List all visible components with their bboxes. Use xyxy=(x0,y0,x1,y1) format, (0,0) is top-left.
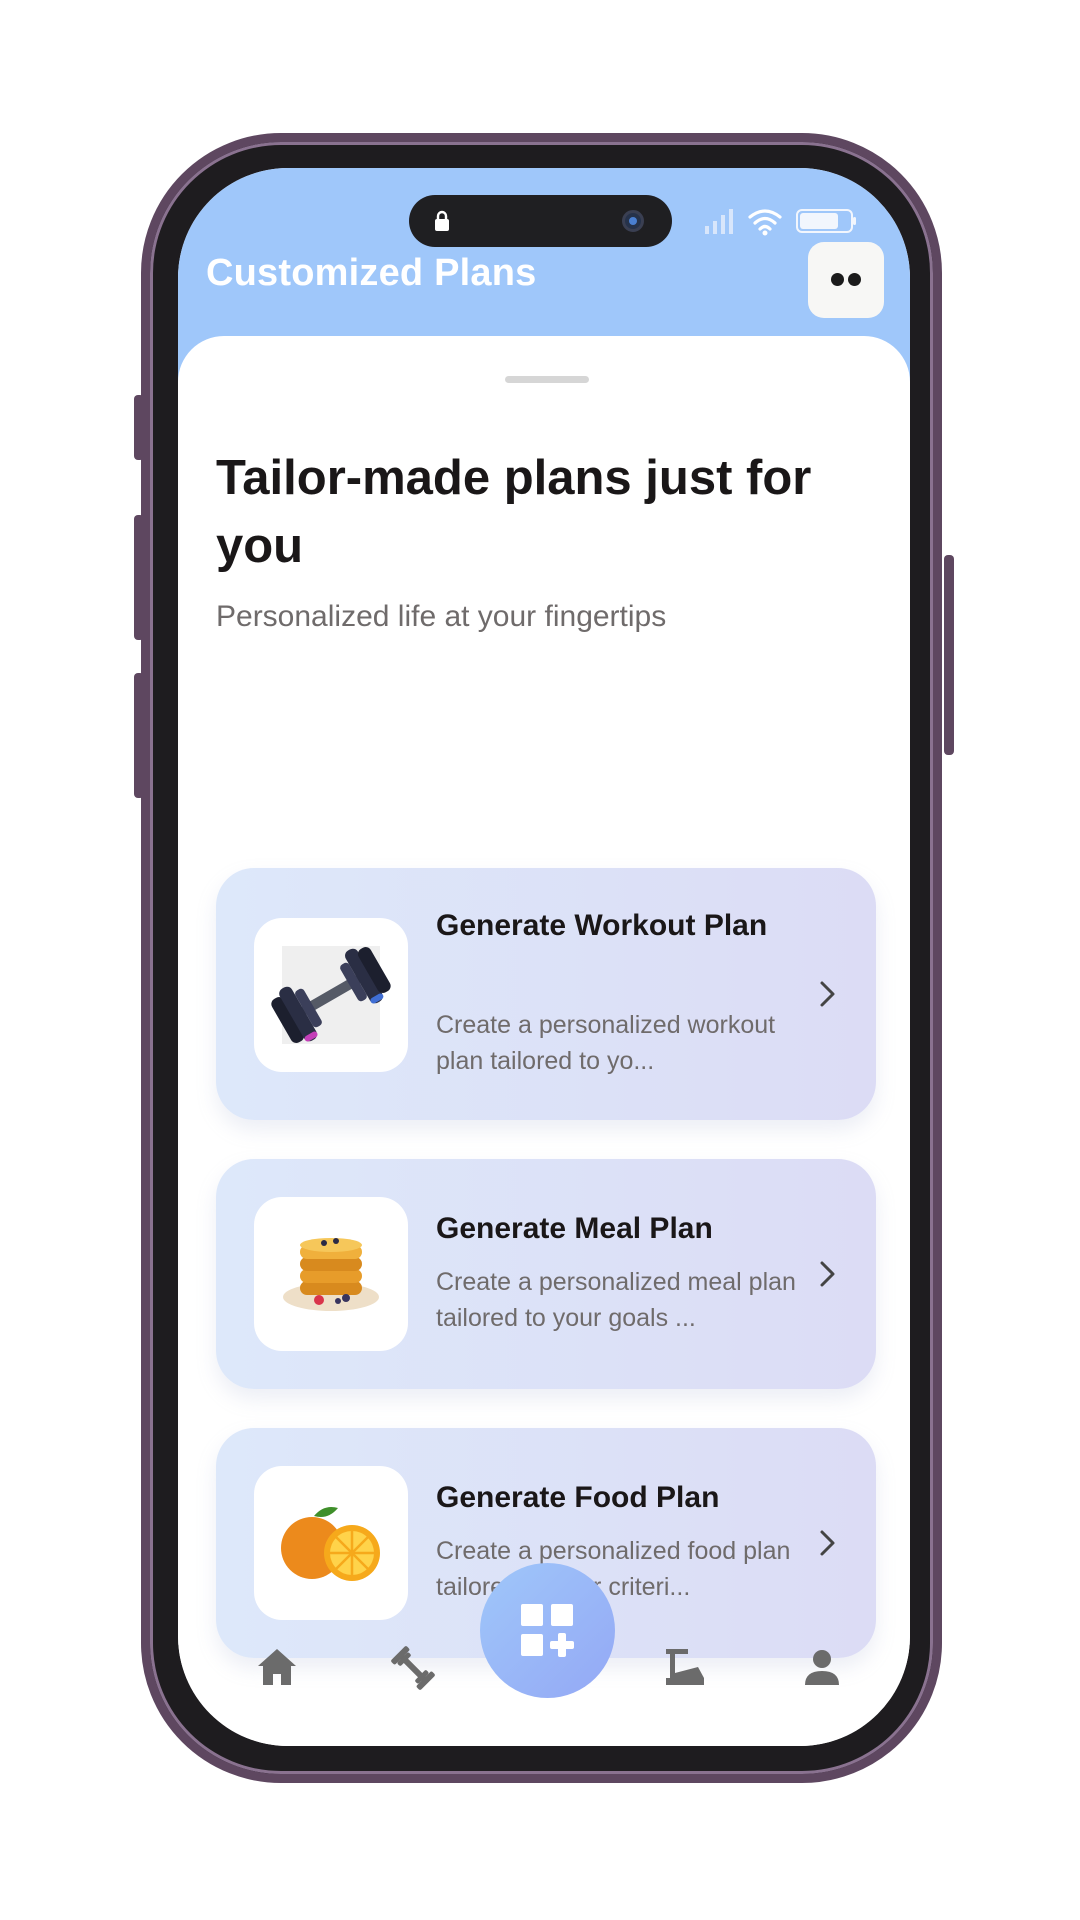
side-button-volume-down xyxy=(134,673,144,798)
pancakes-image xyxy=(254,1197,408,1351)
camera-icon xyxy=(622,210,644,232)
card-title: Generate Food Plan xyxy=(436,1481,720,1514)
wifi-icon xyxy=(748,209,782,236)
card-title: Generate Workout Plan xyxy=(436,909,768,942)
add-plan-icon xyxy=(521,1604,574,1657)
meal-plan-card[interactable]: Generate Meal Plan Create a personalized… xyxy=(216,1159,876,1389)
side-button-volume-up xyxy=(134,515,144,640)
workout-plan-card[interactable]: Generate Workout Plan Create a personali… xyxy=(216,868,876,1120)
chevron-right-icon xyxy=(820,981,835,1007)
dumbbell-icon[interactable] xyxy=(388,1643,438,1693)
card-description: Create a personalized workout plan tailo… xyxy=(436,1011,776,1075)
app-title: Customized Plans xyxy=(206,252,537,294)
lock-icon xyxy=(435,210,449,231)
scale-icon[interactable] xyxy=(660,1643,710,1693)
battery-icon xyxy=(796,209,856,233)
chevron-right-icon xyxy=(820,1261,835,1287)
orange-image xyxy=(254,1466,408,1620)
content-sheet: Tailor-made plans just for you Personali… xyxy=(178,336,910,1746)
dumbbell-image xyxy=(254,918,408,1072)
profile-icon[interactable] xyxy=(797,1643,847,1693)
dynamic-island xyxy=(409,195,672,247)
add-plan-button[interactable] xyxy=(480,1563,615,1698)
side-button-mute xyxy=(134,395,144,460)
page-subheadline: Personalized life at your fingertips xyxy=(216,600,667,633)
chevron-right-icon xyxy=(820,1530,835,1556)
card-title: Generate Meal Plan xyxy=(436,1212,713,1245)
card-description: Create a personalized meal plan tailored… xyxy=(436,1268,796,1332)
phone-screen: Customized Plans Tailor-made plans just … xyxy=(178,168,910,1746)
signal-icon xyxy=(705,209,733,234)
page-headline: Tailor-made plans just for you xyxy=(216,451,812,573)
status-icons xyxy=(704,208,864,238)
home-icon[interactable] xyxy=(252,1643,302,1693)
more-menu-button[interactable] xyxy=(808,242,884,318)
drag-handle[interactable] xyxy=(505,376,589,383)
side-button-power xyxy=(944,555,954,755)
